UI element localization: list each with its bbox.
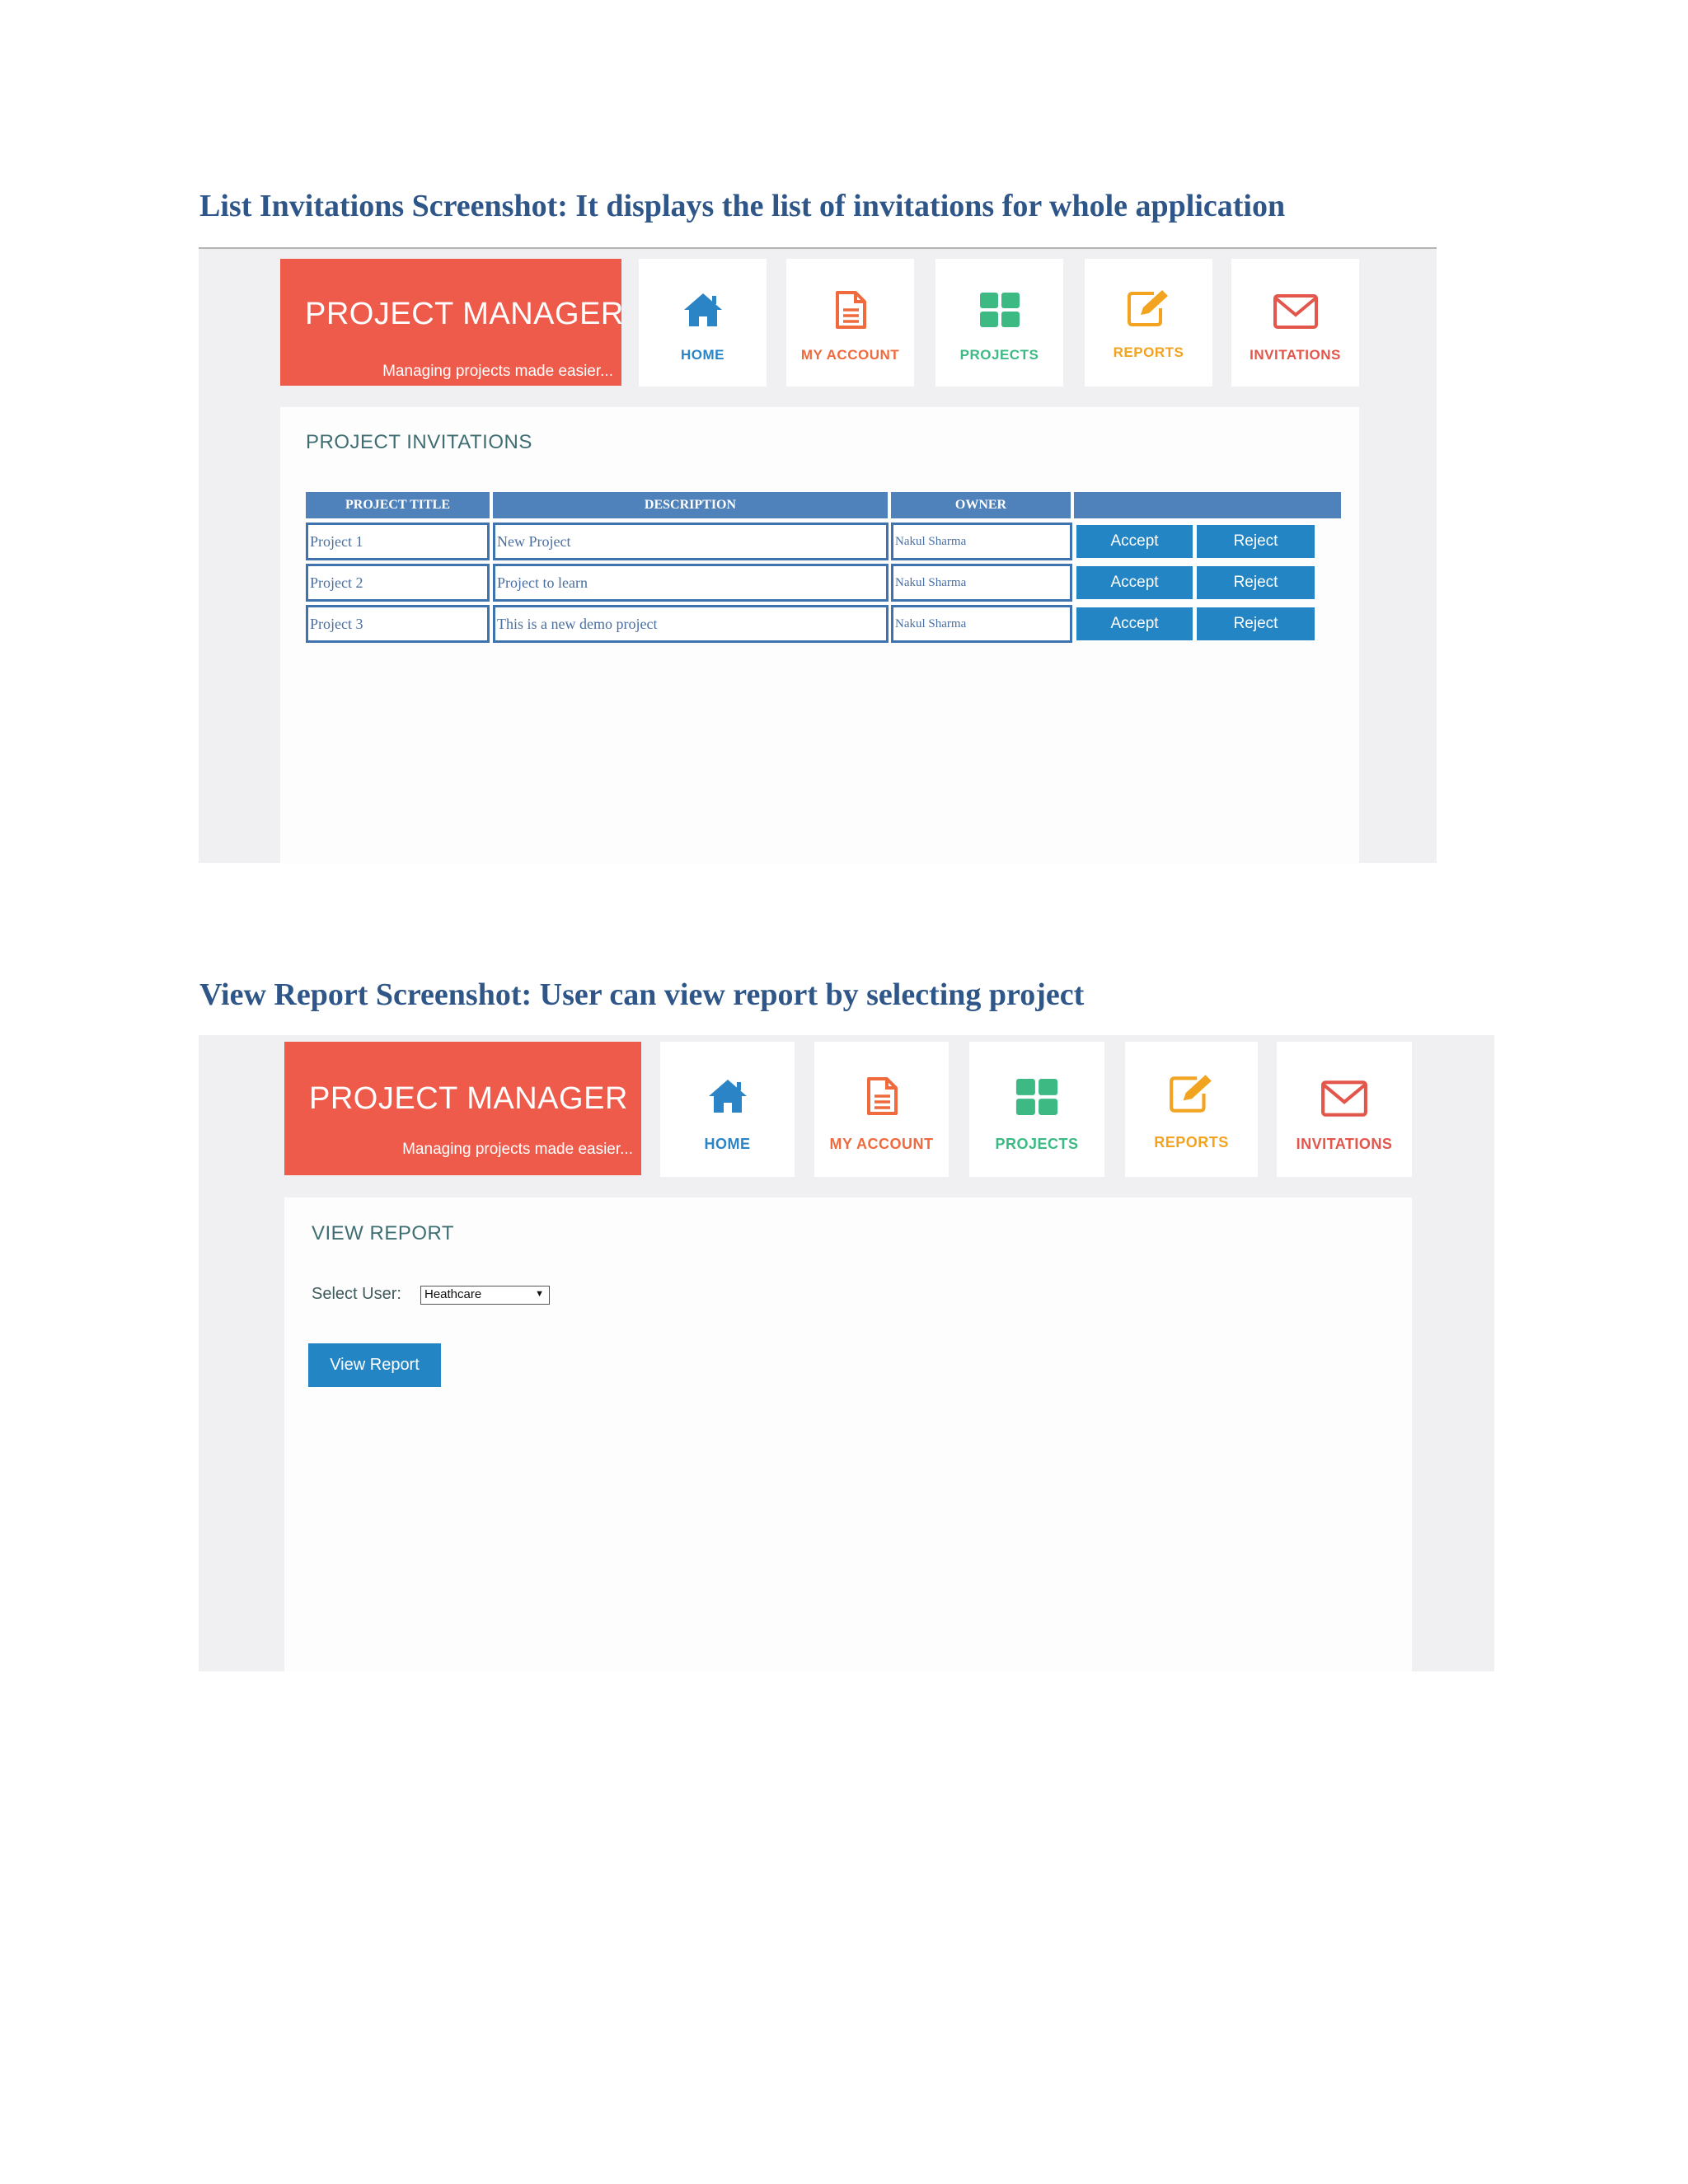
page-title: VIEW REPORT (312, 1222, 455, 1244)
cell-owner: Nakul Sharma (891, 605, 1072, 643)
cell-description: New Project (493, 523, 889, 560)
nav-label: REPORTS (1113, 344, 1184, 360)
cell-owner: Nakul Sharma (891, 523, 1072, 560)
nav-label: HOME (704, 1136, 751, 1152)
brand-tagline: Managing projects made easier... (402, 1141, 633, 1158)
brand-title: PROJECT MANAGER (309, 1081, 628, 1116)
accept-button[interactable]: Accept (1076, 566, 1193, 599)
document-icon (835, 291, 866, 329)
column-header: DESCRIPTION (493, 492, 888, 518)
brand-banner[interactable]: PROJECT MANAGER Managing projects made e… (284, 1042, 641, 1175)
nav-label: PROJECTS (959, 347, 1039, 363)
cell-owner: Nakul Sharma (891, 564, 1072, 602)
nav-projects[interactable]: PROJECTS (969, 1042, 1104, 1177)
accept-button[interactable]: Accept (1076, 607, 1193, 640)
column-header: OWNER (891, 492, 1071, 518)
brand-tagline: Managing projects made easier... (382, 363, 613, 380)
reject-button[interactable]: Reject (1197, 525, 1315, 558)
nav-home[interactable]: HOME (639, 259, 767, 387)
reject-button[interactable]: Reject (1197, 607, 1315, 640)
nav-label: HOME (681, 347, 724, 363)
nav-label: INVITATIONS (1296, 1136, 1393, 1152)
section-heading: View Report Screenshot: User can view re… (199, 977, 1085, 1012)
select-value: Heathcare (424, 1287, 482, 1301)
reject-button[interactable]: Reject (1197, 566, 1315, 599)
envelope-icon (1273, 294, 1318, 329)
nav-home[interactable]: HOME (660, 1042, 795, 1177)
grid-icon (979, 293, 1020, 327)
edit-icon (1127, 290, 1168, 326)
document-icon (866, 1077, 898, 1115)
home-icon (708, 1080, 747, 1113)
cell-description: Project to learn (493, 564, 889, 602)
app-screenshot-view-report: PROJECT MANAGER Managing projects made e… (199, 1035, 1494, 1671)
nav-reports[interactable]: REPORTS (1085, 259, 1212, 387)
nav-invitations[interactable]: INVITATIONS (1277, 1042, 1412, 1177)
nav-label: MY ACCOUNT (800, 347, 900, 363)
main-content: PROJECT INVITATIONS PROJECT TITLE DESCRI… (280, 407, 1359, 863)
column-header: PROJECT TITLE (306, 492, 490, 518)
cell-title: Project 3 (306, 605, 490, 643)
nav-reports[interactable]: REPORTS (1125, 1042, 1258, 1177)
cell-description: This is a new demo project (493, 605, 889, 643)
brand-banner[interactable]: PROJECT MANAGER Managing projects made e… (280, 259, 624, 386)
page-title: PROJECT INVITATIONS (306, 431, 532, 453)
grid-icon (1015, 1079, 1058, 1115)
section-heading: List Invitations Screenshot: It displays… (199, 189, 1286, 223)
nav-projects[interactable]: PROJECTS (935, 259, 1063, 387)
select-user-label: Select User: (312, 1285, 401, 1303)
edit-icon (1169, 1075, 1212, 1113)
nav-label: MY ACCOUNT (829, 1136, 934, 1152)
nav-label: INVITATIONS (1250, 347, 1341, 363)
nav-label: PROJECTS (995, 1136, 1079, 1152)
brand-title: PROJECT MANAGER (305, 297, 624, 331)
main-content: VIEW REPORT Select User: Heathcare ▼ Vie… (284, 1197, 1412, 1671)
nav-my-account[interactable]: MY ACCOUNT (814, 1042, 949, 1177)
app-screenshot-invitations: PROJECT MANAGER Managing projects made e… (199, 249, 1437, 863)
home-icon (683, 293, 722, 326)
nav-invitations[interactable]: INVITATIONS (1231, 259, 1359, 387)
accept-button[interactable]: Accept (1076, 525, 1193, 558)
nav-my-account[interactable]: MY ACCOUNT (786, 259, 914, 387)
dropdown-arrow-icon: ▼ (535, 1289, 544, 1299)
nav-label: REPORTS (1154, 1134, 1229, 1151)
cell-title: Project 2 (306, 564, 490, 602)
column-header (1074, 492, 1341, 518)
view-report-button[interactable]: View Report (308, 1343, 441, 1387)
envelope-icon (1321, 1080, 1367, 1117)
select-user-dropdown[interactable]: Heathcare ▼ (420, 1286, 550, 1305)
cell-title: Project 1 (306, 523, 490, 560)
